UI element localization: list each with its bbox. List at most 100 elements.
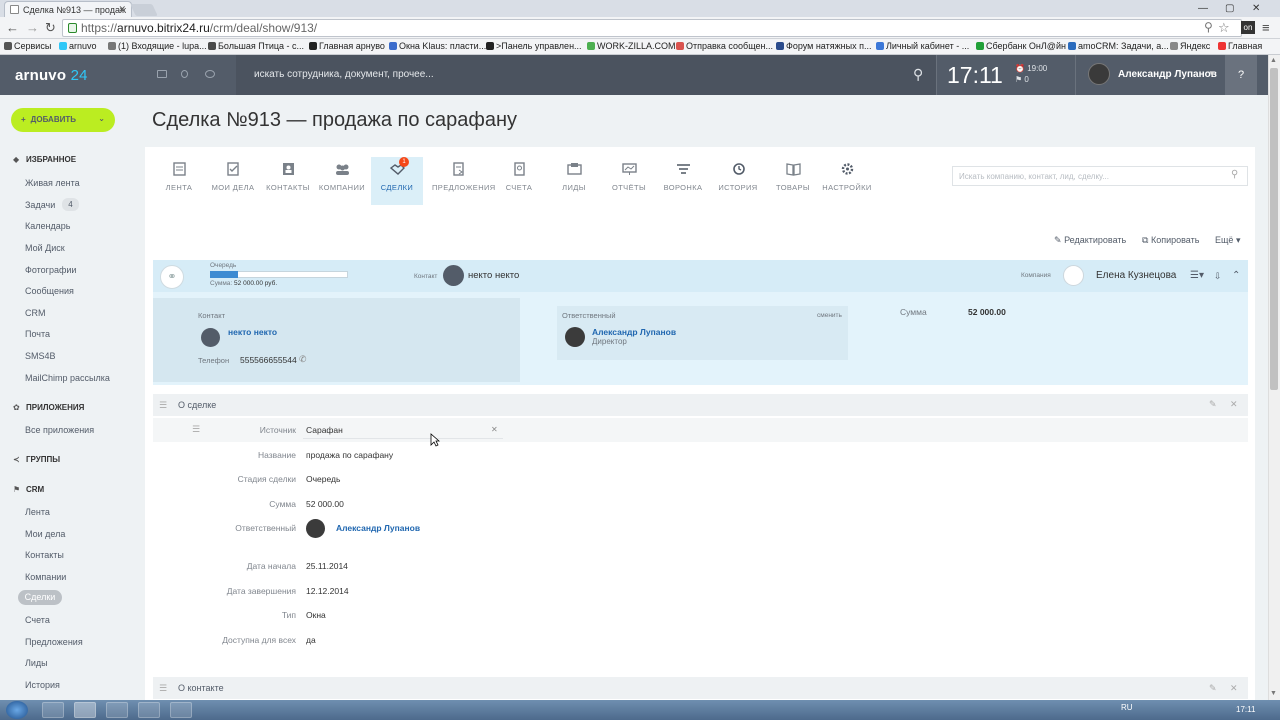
pencil-icon[interactable]: ✎ [1209,683,1217,694]
bookmark-forum[interactable]: Форум натяжных п... [776,41,871,51]
tab-invoices[interactable]: СЧЕТА [493,157,545,205]
sidebar-item-offers[interactable]: Предложения [25,637,83,647]
responsible-name[interactable]: Александр Лупанов [592,327,676,337]
sidebar-item-deals[interactable]: Сделки [18,590,62,605]
chevron-down-icon[interactable]: ▼ [1208,69,1216,78]
message-icon[interactable] [157,70,167,78]
responsible-avatar[interactable] [565,327,585,347]
sidebar-item-my-tasks[interactable]: Мои дела [25,529,65,539]
camera-icon[interactable] [205,70,215,78]
extension-icon[interactable]: on [1241,21,1255,34]
pencil-icon[interactable]: ✎ [1209,399,1217,410]
sidebar-item-contacts[interactable]: Контакты [25,550,64,560]
tab-funnel[interactable]: ВОРОНКА [657,157,709,205]
sidebar-item-crm-feed[interactable]: Лента [25,507,50,517]
sidebar-item-photos[interactable]: Фотографии [25,265,76,275]
taskbar-notes-icon[interactable] [138,702,160,718]
sidebar-item-calendar[interactable]: Календарь [25,221,70,231]
close-icon[interactable]: ✕ [1230,399,1238,410]
drag-handle-icon[interactable]: ☰ [159,400,167,411]
bookmark-arnuvo[interactable]: arnuvo [59,41,97,51]
sidebar-section-favorites[interactable]: ◆ ИЗБРАННОЕ [13,155,76,164]
sidebar-item-crm[interactable]: CRM [25,308,46,318]
contact-name[interactable]: некто некто [468,270,519,281]
sidebar-item-sms4b[interactable]: SMS4B [25,351,56,361]
contact-card-avatar[interactable] [201,328,220,347]
sidebar-item-history[interactable]: История [25,680,60,690]
tab-contacts[interactable]: КОНТАКТЫ [262,157,314,205]
field-responsible-avatar[interactable] [306,519,325,538]
tab-deals[interactable]: СДЕЛКИ 1 [371,157,423,205]
maximize-icon[interactable]: ▢ [1225,3,1234,14]
bell-icon[interactable] [181,70,188,78]
taskbar-tool-icon[interactable] [170,702,192,718]
user-name[interactable]: Александр Лупанов [1118,69,1217,80]
back-icon[interactable]: ← [6,20,19,35]
tab-feed[interactable]: ЛЕНТА [153,157,205,205]
logo[interactable]: arnuvo 24 [15,67,88,84]
sidebar-item-disk[interactable]: Мой Диск [25,243,65,253]
taskbar-app-icon[interactable] [106,702,128,718]
forward-icon[interactable]: → [26,20,39,35]
close-icon[interactable]: ✕ [1230,683,1238,694]
bookmark-send[interactable]: Отправка сообщен... [676,41,773,51]
company-avatar[interactable] [1063,265,1084,286]
list-icon[interactable]: ☰▾ [1190,270,1204,281]
help-button[interactable]: ? [1225,55,1257,95]
field-value-source[interactable]: Сарафан [306,425,343,435]
browser-tab[interactable]: Сделка №913 — продаж ✕ [4,1,132,17]
sidebar-item-feed[interactable]: Живая лента [25,178,80,188]
tab-companies[interactable]: КОМПАНИИ [316,157,368,205]
clock[interactable]: 17:11 [947,62,1003,89]
global-search-input[interactable]: искать сотрудника, документ, прочее... [254,69,434,80]
tab-leads[interactable]: ЛИДЫ [548,157,600,205]
sidebar-item-companies[interactable]: Компании [25,572,66,582]
crm-search-input[interactable]: Искать компанию, контакт, лид, сделку... [952,166,1248,186]
bookmark-services[interactable]: Сервисы [4,41,51,51]
taskbar-media-icon[interactable] [42,702,64,718]
copy-button[interactable]: ⧉ Копировать [1142,235,1199,246]
user-avatar[interactable] [1088,63,1110,85]
pin-icon[interactable]: ⇩ [1214,271,1222,282]
tab-close-icon[interactable]: ✕ [118,4,126,15]
language-indicator[interactable]: RU [1121,703,1133,712]
change-responsible-link[interactable]: сменить [817,312,842,319]
tab-offers[interactable]: ПРЕДЛОЖЕНИЯ [432,157,495,205]
scrollbar-thumb[interactable] [1270,68,1278,390]
contact-avatar[interactable] [443,265,464,286]
call-icon[interactable]: ✆ [299,354,307,365]
start-button[interactable] [6,701,28,719]
tab-products[interactable]: ТОВАРЫ [767,157,819,205]
search-icon[interactable]: ⚲ [913,66,923,83]
collapse-icon[interactable]: ⌃ [1232,270,1240,281]
company-name[interactable]: Елена Кузнецова [1096,270,1176,281]
sidebar-item-invoices[interactable]: Счета [25,615,50,625]
bookmark-cabinet[interactable]: Личный кабинет - ... [876,41,969,51]
sidebar-item-mail[interactable]: Почта [25,329,50,339]
bookmark-amocrm[interactable]: amoCRM: Задачи, а... [1068,41,1169,51]
clear-icon[interactable]: ✕ [491,425,498,434]
bookmark-inbox[interactable]: (1) Входящие - lupa... [108,41,207,51]
edit-button[interactable]: ✎ Редактировать [1054,235,1126,246]
sidebar-section-crm[interactable]: ⚑ CRM [13,485,44,494]
tab-history[interactable]: ИСТОРИЯ [712,157,764,205]
field-value-responsible[interactable]: Александр Лупанов [336,523,420,533]
contact-card-name[interactable]: некто некто [228,327,277,337]
bookmark-arnuvo-home[interactable]: Главная арнуво [309,41,385,51]
scroll-down-icon[interactable]: ▼ [1270,690,1277,697]
alarm-info[interactable]: ⏰ 19:00 ⚑ 0 [1015,63,1047,85]
sidebar-item-messages[interactable]: Сообщения [25,286,74,296]
bookmark-home[interactable]: Главная [1218,41,1262,51]
tab-settings[interactable]: НАСТРОЙКИ [821,157,873,205]
bookmark-yandex[interactable]: Яндекс [1170,41,1210,51]
taskbar-chrome-icon[interactable] [74,702,96,718]
close-window-icon[interactable]: ✕ [1252,3,1260,14]
bookmark-workzilla[interactable]: WORK-ZILLA.COM [587,41,676,51]
sidebar-item-all-apps[interactable]: Все приложения [25,425,94,435]
sidebar-section-apps[interactable]: ✿ ПРИЛОЖЕНИЯ [13,403,84,412]
sidebar-item-tasks[interactable]: Задачи [25,200,55,210]
bookmark-big-bird[interactable]: Большая Птица - с... [208,41,304,51]
tab-reports[interactable]: ОТЧЁТЫ [603,157,655,205]
sidebar-section-groups[interactable]: ≺ ГРУППЫ [13,455,60,464]
scroll-up-icon[interactable]: ▲ [1270,57,1277,64]
